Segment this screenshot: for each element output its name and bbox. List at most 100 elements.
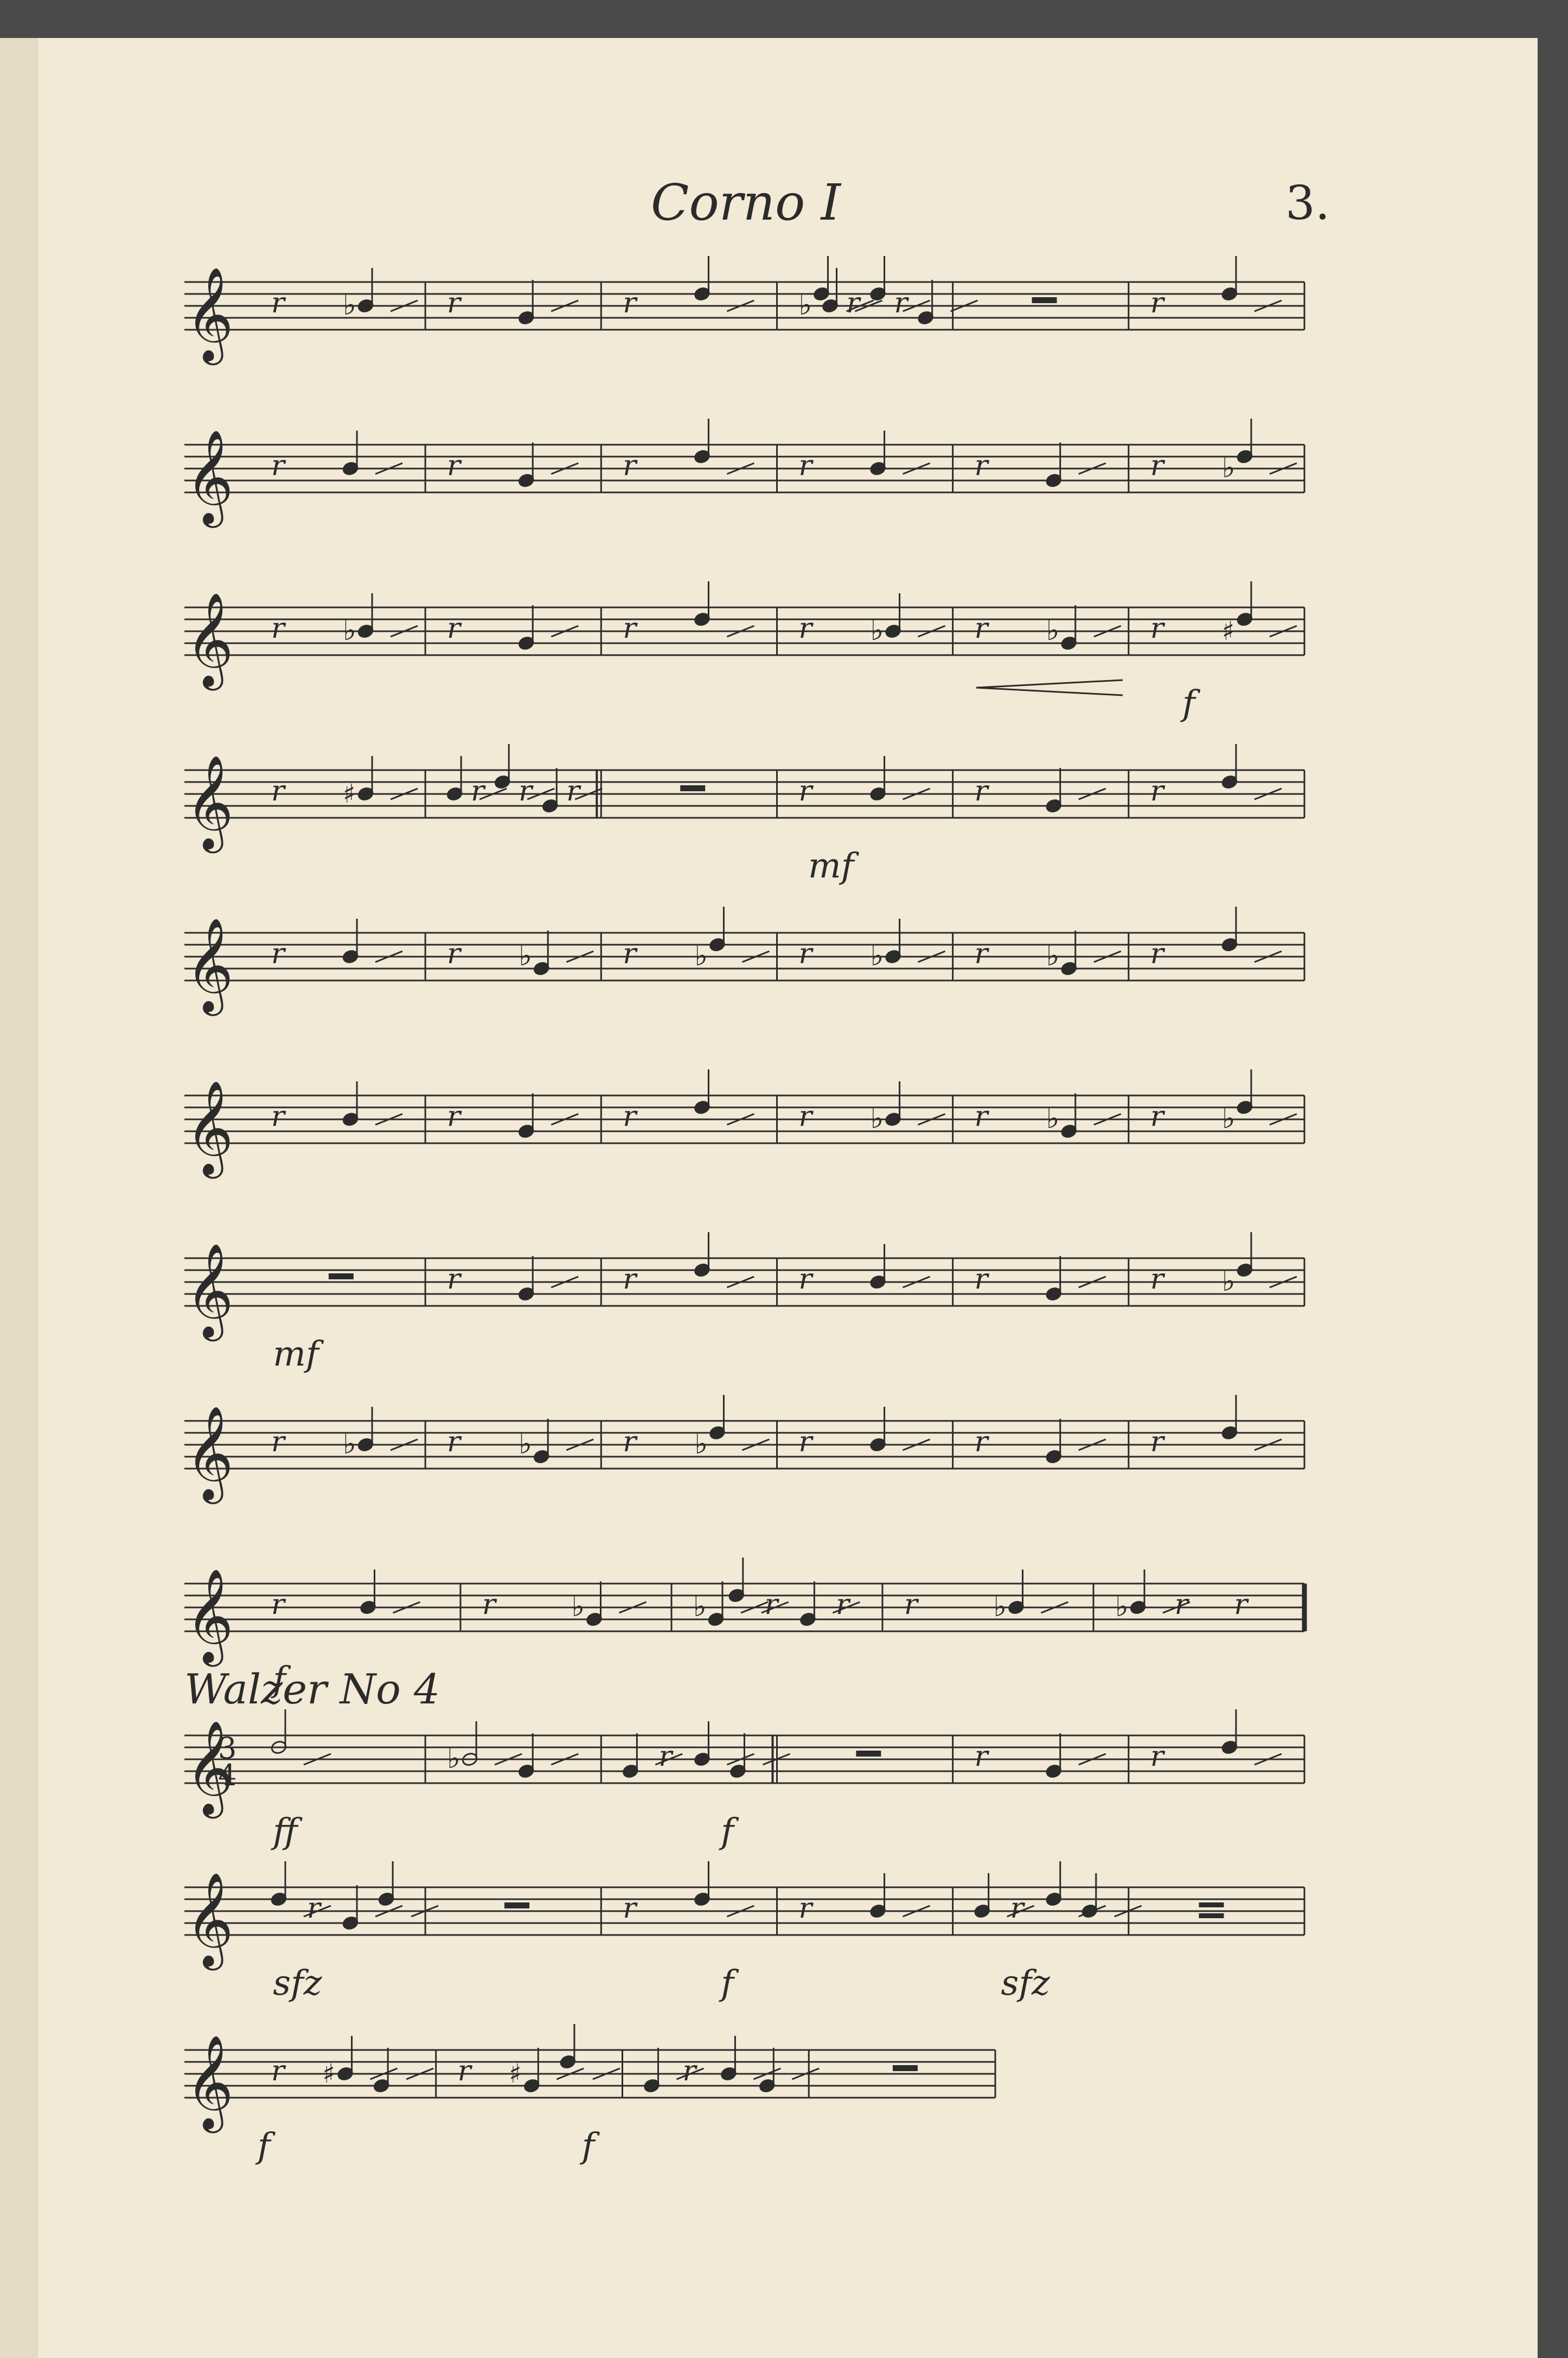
eighth-rest: r bbox=[894, 287, 910, 319]
eighth-rest: r bbox=[1150, 1740, 1166, 1773]
flat-sign: ♭ bbox=[1046, 940, 1060, 972]
sharp-sign: ♯ bbox=[1222, 616, 1234, 646]
paper-sheet bbox=[30, 38, 1538, 2358]
treble-clef: 𝄞 bbox=[185, 2035, 234, 2133]
flat-sign: ♭ bbox=[343, 1428, 356, 1460]
eighth-rest: r bbox=[271, 1426, 286, 1458]
treble-clef: 𝄞 bbox=[185, 1080, 234, 1179]
treble-clef: 𝄞 bbox=[185, 1243, 234, 1342]
eighth-rest: r bbox=[975, 775, 990, 808]
eighth-rest: r bbox=[975, 938, 990, 970]
treble-clef: 𝄞 bbox=[185, 918, 234, 1016]
flat-sign: ♭ bbox=[994, 1591, 1007, 1623]
eighth-rest: r bbox=[1010, 1892, 1026, 1925]
flat-sign: ♭ bbox=[871, 1103, 884, 1135]
whole-rest bbox=[1199, 1913, 1224, 1918]
score-page: 𝄞 r ♭ r r ♭ r r r𝄞 r r r r r r ♭𝄞 r ♭ r r r ♭ r ♭ r ♯f𝄞 r ♯ r r r r r rmf… bbox=[0, 0, 1568, 2358]
eighth-rest: r bbox=[975, 1263, 990, 1296]
treble-clef: 𝄞 bbox=[185, 1568, 234, 1667]
flat-sign: ♭ bbox=[343, 289, 356, 322]
sharp-sign: ♯ bbox=[509, 2059, 521, 2089]
eighth-rest: r bbox=[566, 775, 581, 808]
eighth-rest: r bbox=[975, 612, 990, 645]
eighth-rest: r bbox=[975, 1740, 990, 1773]
eighth-rest: r bbox=[799, 1426, 814, 1458]
flat-sign: ♭ bbox=[694, 940, 708, 972]
eighth-rest: r bbox=[904, 1588, 919, 1621]
time-signature-bottom: 4 bbox=[218, 1758, 236, 1792]
eighth-rest: r bbox=[1150, 450, 1166, 482]
eighth-rest: r bbox=[1150, 287, 1166, 319]
flat-sign: ♭ bbox=[871, 614, 884, 647]
eighth-rest: r bbox=[799, 775, 814, 808]
eighth-rest: r bbox=[271, 450, 286, 482]
sharp-sign: ♯ bbox=[323, 2059, 335, 2089]
eighth-rest: r bbox=[658, 1740, 674, 1773]
eighth-rest: r bbox=[799, 1100, 814, 1133]
eighth-rest: r bbox=[447, 1263, 462, 1296]
eighth-rest: r bbox=[271, 938, 286, 970]
eighth-rest: r bbox=[447, 1100, 462, 1133]
treble-clef: 𝄞 bbox=[185, 1406, 234, 1504]
eighth-rest: r bbox=[623, 1263, 638, 1296]
flat-sign: ♭ bbox=[871, 940, 884, 972]
eighth-rest: r bbox=[799, 612, 814, 645]
eighth-rest: r bbox=[836, 1588, 851, 1621]
paper-spine-shadow bbox=[0, 38, 38, 2358]
flat-sign: ♭ bbox=[1222, 1103, 1236, 1135]
flat-sign: ♭ bbox=[447, 1742, 460, 1775]
eighth-rest: r bbox=[623, 1426, 638, 1458]
treble-clef: 𝄞 bbox=[185, 755, 234, 854]
eighth-rest: r bbox=[271, 2055, 286, 2087]
eighth-rest: r bbox=[765, 1588, 780, 1621]
eighth-rest: r bbox=[1150, 775, 1166, 808]
treble-clef: 𝄞 bbox=[185, 267, 234, 366]
eighth-rest: r bbox=[975, 450, 990, 482]
whole-rest bbox=[328, 1273, 354, 1279]
eighth-rest: r bbox=[271, 775, 286, 808]
eighth-rest: r bbox=[623, 938, 638, 970]
eighth-rest: r bbox=[307, 1892, 322, 1925]
flat-sign: ♭ bbox=[1046, 614, 1060, 647]
eighth-rest: r bbox=[1150, 612, 1166, 645]
whole-rest bbox=[504, 1902, 530, 1908]
eighth-rest: r bbox=[623, 1892, 638, 1925]
eighth-rest: r bbox=[458, 2055, 473, 2087]
eighth-rest: r bbox=[1150, 1426, 1166, 1458]
eighth-rest: r bbox=[623, 1100, 638, 1133]
flat-sign: ♭ bbox=[1222, 452, 1236, 484]
eighth-rest: r bbox=[799, 1263, 814, 1296]
flat-sign: ♭ bbox=[1115, 1591, 1129, 1623]
eighth-rest: r bbox=[1150, 938, 1166, 970]
dynamic-marking: sfz bbox=[273, 1963, 323, 2003]
eighth-rest: r bbox=[975, 1426, 990, 1458]
eighth-rest: r bbox=[271, 287, 286, 319]
eighth-rest: r bbox=[1234, 1588, 1249, 1621]
eighth-rest: r bbox=[447, 287, 462, 319]
flat-sign: ♭ bbox=[519, 940, 532, 972]
eighth-rest: r bbox=[447, 450, 462, 482]
eighth-rest: r bbox=[1175, 1588, 1190, 1621]
eighth-rest: r bbox=[975, 1100, 990, 1133]
treble-clef: 𝄞 bbox=[185, 1872, 234, 1971]
dynamic-marking: mf bbox=[273, 1334, 324, 1374]
flat-sign: ♭ bbox=[1222, 1265, 1236, 1298]
eighth-rest: r bbox=[519, 775, 534, 808]
dynamic-marking: sfz bbox=[1001, 1963, 1051, 2003]
whole-rest bbox=[856, 1751, 881, 1757]
eighth-rest: r bbox=[623, 612, 638, 645]
eighth-rest: r bbox=[447, 612, 462, 645]
eighth-rest: r bbox=[623, 450, 638, 482]
eighth-rest: r bbox=[447, 1426, 462, 1458]
eighth-rest: r bbox=[447, 938, 462, 970]
eighth-rest: r bbox=[847, 287, 862, 319]
eighth-rest: r bbox=[1150, 1263, 1166, 1296]
flat-sign: ♭ bbox=[694, 1428, 708, 1460]
whole-rest bbox=[1199, 1902, 1224, 1907]
flat-sign: ♭ bbox=[799, 289, 812, 322]
eighth-rest: r bbox=[1150, 1100, 1166, 1133]
treble-clef: 𝄞 bbox=[185, 592, 234, 691]
whole-rest bbox=[1032, 297, 1057, 303]
eighth-rest: r bbox=[682, 2055, 697, 2087]
whole-rest bbox=[892, 2065, 918, 2071]
